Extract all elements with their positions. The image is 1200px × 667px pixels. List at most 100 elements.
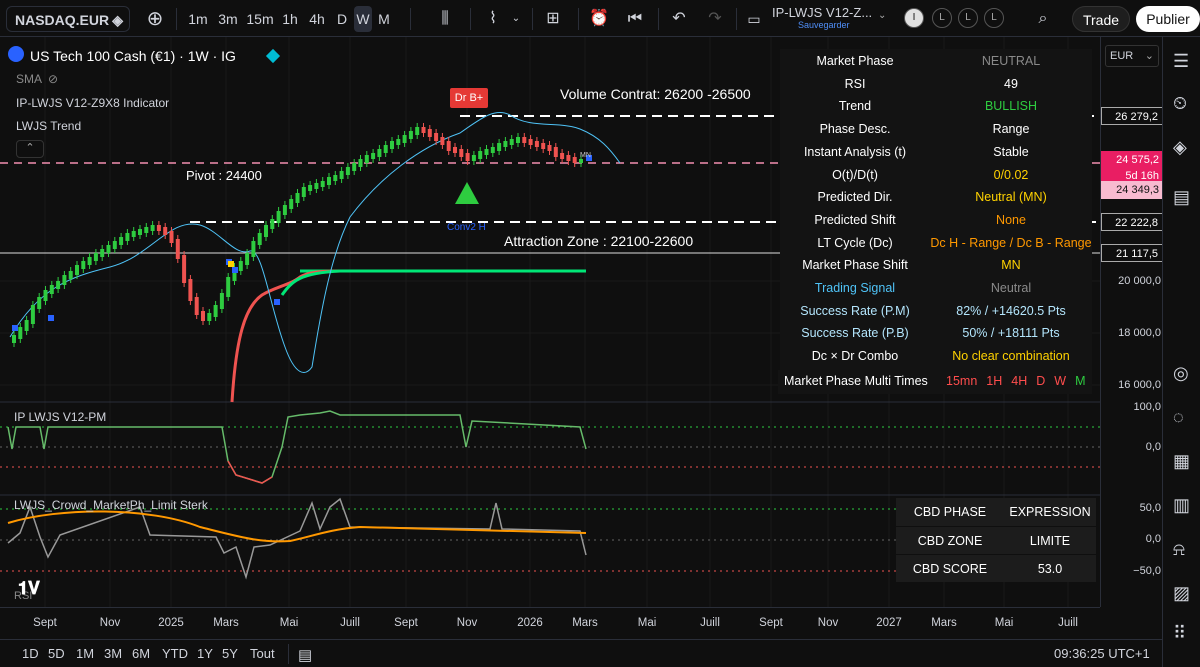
compare-add-icon[interactable]: ⊕ [142, 6, 168, 32]
pane3-tick: 50,0 [1139, 502, 1161, 514]
chevron-down-icon[interactable]: ⌄ [509, 6, 523, 32]
price-tick: 20 000,0 [1118, 275, 1161, 287]
divider [176, 8, 177, 30]
search-icon[interactable]: ⌕ [1030, 6, 1056, 32]
ideas-icon[interactable]: ▥ [1173, 495, 1190, 516]
time-tick: Nov [817, 617, 839, 629]
replay-icon[interactable]: ⏮ [622, 6, 648, 32]
time-axis[interactable]: Sept Nov 2025 Mars Mai Juill Sept Nov 2026 Mars Ma… [0, 607, 1100, 639]
publish-button[interactable]: Publier [1136, 6, 1200, 32]
pane2-tick: 100,0 [1133, 401, 1161, 413]
candle-body [100, 249, 105, 257]
info-label: Instant Analysis (t) [803, 144, 907, 159]
candle-body [257, 233, 262, 245]
help-icon[interactable]: ▨ [1173, 583, 1190, 604]
symbol-logo-icon [8, 46, 24, 62]
range-Tout[interactable]: Tout [250, 646, 275, 661]
candle-body [182, 255, 187, 283]
clock[interactable]: 09:36:25 UTC+1 [1054, 646, 1150, 661]
chat-icon[interactable]: ◌ [1173, 407, 1184, 428]
range-3M[interactable]: 3M [104, 646, 122, 661]
candle-body [24, 320, 29, 331]
range-1M[interactable]: 1M [76, 646, 94, 661]
legend-sma[interactable]: SMA [16, 72, 42, 86]
divider [410, 8, 411, 30]
news-icon[interactable]: ▤ [1173, 187, 1190, 208]
layout-icon[interactable]: ▭ [742, 6, 766, 32]
divider [736, 8, 737, 30]
bottom-toolbar: 1D 5D 1M 3M 6M YTD 1Y 5Y Tout ▤ 09:36:25 UTC+1 [0, 639, 1162, 667]
info-value: 0/0.02 [993, 167, 1029, 182]
alert-icon[interactable]: ⏰ [586, 6, 612, 32]
candle-body [522, 137, 527, 143]
trade-button[interactable]: Trade [1072, 6, 1130, 32]
candle-body [201, 311, 205, 321]
calendar-icon[interactable]: ▦ [1173, 451, 1190, 472]
pill-i[interactable]: I [904, 8, 924, 28]
undo-icon[interactable]: ↶ [666, 6, 692, 32]
layers-icon[interactable]: ◈ [1173, 137, 1187, 158]
candle-body [358, 159, 363, 167]
interval-D[interactable]: D [334, 6, 350, 32]
indicators-icon[interactable]: ⌇ [480, 6, 506, 32]
bell-icon[interactable]: ⍾ [1173, 539, 1185, 560]
candle-body [188, 279, 193, 301]
interval-15m[interactable]: 15m [246, 6, 274, 32]
alerts-icon[interactable]: ⏲ [1173, 93, 1187, 114]
layout-selector[interactable]: IP-LWJS V12-Z... Sauvegarder [772, 5, 890, 33]
interval-4h[interactable]: 4h [306, 6, 328, 32]
price-axis[interactable]: EUR ⌄ 26 279,2 24 575,2 5d 16h 24 349,3 … [1100, 37, 1163, 607]
grid-apps-icon[interactable]: ⠿ [1173, 623, 1186, 644]
pane2-title[interactable]: IP LWJS V12-PM [14, 410, 106, 424]
templates-icon[interactable]: ⊞ [540, 6, 566, 32]
interval-1m[interactable]: 1m [186, 6, 210, 32]
cbd-value: 53.0 [1037, 562, 1063, 576]
candle-body [301, 187, 306, 197]
interval-3m[interactable]: 3m [216, 6, 240, 32]
dr-b-badge: Dr B+ [450, 88, 488, 108]
buy-signal-icon [455, 182, 479, 204]
range-YTD[interactable]: YTD [162, 646, 188, 661]
time-tick: Juill [340, 617, 360, 629]
candle-body [402, 135, 407, 143]
interval-1h[interactable]: 1h [280, 6, 300, 32]
cbd-row: CBD SCORE 53.0 [896, 554, 1096, 582]
candles-icon[interactable]: ⫼ [432, 6, 458, 32]
legend-indicator-2[interactable]: LWJS Trend [16, 119, 81, 133]
range-5D[interactable]: 5D [48, 646, 65, 661]
time-tick: Juill [700, 617, 720, 629]
pill-l2[interactable]: L [958, 8, 978, 28]
cbd-label: CBD PHASE [913, 505, 987, 519]
legend-indicator-1[interactable]: IP-LWJS V12-Z9X8 Indicator [16, 96, 169, 110]
range-6M[interactable]: 6M [132, 646, 150, 661]
collapse-legend-button[interactable]: ⌃ [16, 140, 44, 158]
price-tick: 18 000,0 [1118, 327, 1161, 339]
candle-body [106, 245, 111, 253]
signal-marker [48, 315, 54, 321]
info-label: O(t)/D(t) [832, 167, 878, 182]
redo-icon[interactable]: ↷ [702, 6, 728, 32]
range-1D[interactable]: 1D [22, 646, 39, 661]
cbd-row: CBD ZONE LIMITE [896, 526, 1096, 554]
info-label: Success Rate (P.M) [800, 303, 910, 318]
pane3-title[interactable]: LWJS_Crowd_MarketPh_Limit Sterk [14, 498, 208, 512]
symbol-search[interactable]: NASDAQ.EUR ◈ [6, 6, 130, 32]
candle-body [364, 155, 369, 163]
candle-body [270, 219, 275, 229]
candle-body [327, 177, 331, 185]
target-icon[interactable]: ◎ [1173, 363, 1189, 384]
interval-W[interactable]: W [354, 6, 372, 32]
candle-body [144, 227, 149, 233]
range-1Y[interactable]: 1Y [197, 646, 213, 661]
range-5Y[interactable]: 5Y [222, 646, 238, 661]
pill-l3[interactable]: L [984, 8, 1004, 28]
candle-body [219, 293, 224, 309]
chevron-down-icon[interactable]: ⌄ [878, 10, 886, 21]
eye-hidden-icon[interactable]: ⊘ [48, 72, 58, 86]
watchlist-icon[interactable]: ☰ [1173, 51, 1189, 72]
currency-selector[interactable]: EUR ⌄ [1105, 45, 1159, 67]
interval-M[interactable]: M [376, 6, 392, 32]
date-range-icon[interactable]: ▤ [298, 646, 312, 664]
pill-l1[interactable]: L [932, 8, 952, 28]
candle-body [138, 229, 142, 235]
